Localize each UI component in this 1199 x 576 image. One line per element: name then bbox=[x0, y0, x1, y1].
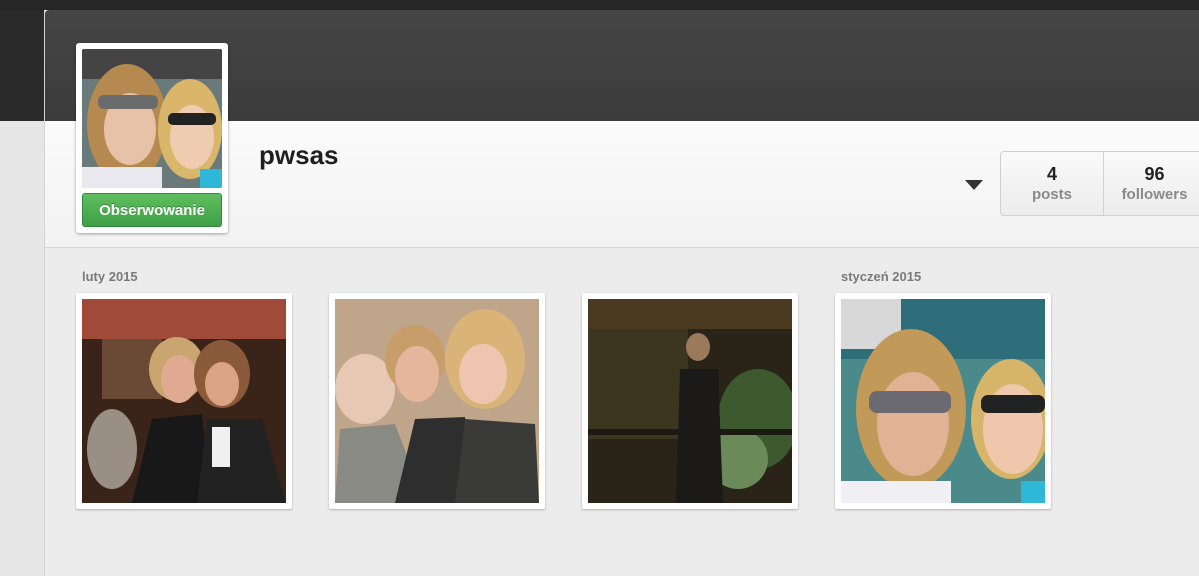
profile-page: Obserwowanie pwsas 4 posts 96 followers … bbox=[44, 10, 1199, 576]
photo-thumbnail[interactable] bbox=[582, 293, 798, 509]
photo-image bbox=[82, 299, 286, 503]
avatar-card: Obserwowanie bbox=[76, 43, 228, 233]
photo-thumbnail[interactable] bbox=[835, 293, 1051, 509]
profile-stats: 4 posts 96 followers bbox=[1000, 151, 1199, 216]
left-gutter bbox=[0, 121, 44, 576]
posts-label: posts bbox=[1031, 186, 1072, 203]
photo-thumbnail[interactable] bbox=[329, 293, 545, 509]
username: pwsas bbox=[259, 140, 339, 170]
top-bar bbox=[0, 0, 1199, 10]
followers-label: followers bbox=[1121, 186, 1188, 203]
followers-stat[interactable]: 96 followers bbox=[1103, 152, 1199, 215]
following-button[interactable]: Obserwowanie bbox=[82, 193, 222, 227]
photo-image bbox=[335, 299, 539, 503]
month-label: luty 2015 bbox=[82, 269, 138, 284]
posts-count: 4 bbox=[1046, 164, 1057, 184]
followers-count: 96 bbox=[1144, 164, 1165, 184]
chevron-down-icon[interactable] bbox=[965, 180, 983, 190]
month-label: styczeń 2015 bbox=[841, 269, 922, 284]
photo-image bbox=[588, 299, 792, 503]
avatar[interactable] bbox=[82, 49, 222, 188]
photo-thumbnail[interactable] bbox=[76, 293, 292, 509]
posts-stat[interactable]: 4 posts bbox=[1001, 152, 1103, 215]
photo-image bbox=[841, 299, 1045, 503]
